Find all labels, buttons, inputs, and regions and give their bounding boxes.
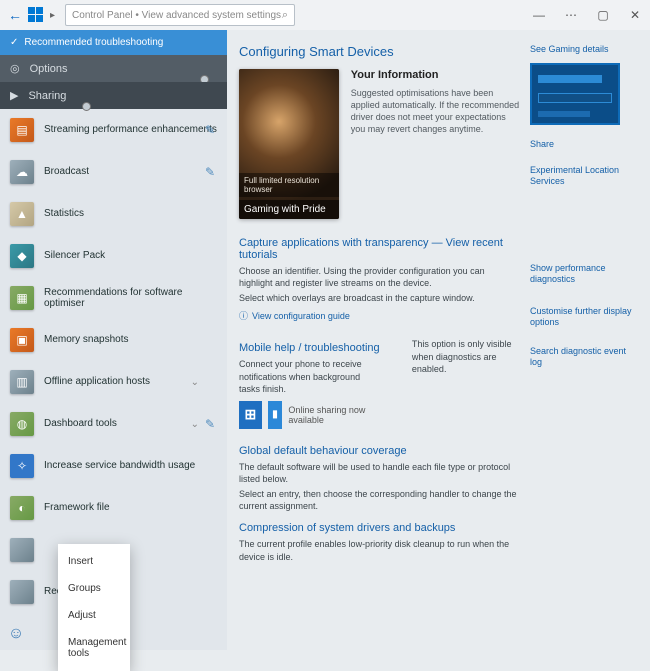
more-button[interactable]: ⋯ xyxy=(564,8,578,22)
window-controls: — ⋯ ▢ ✕ xyxy=(532,8,642,22)
pin-icon[interactable]: ✎ xyxy=(205,165,215,179)
sidebar-item[interactable]: ✧ Increase service bandwidth usage xyxy=(0,445,227,487)
search-input[interactable]: Control Panel • View advanced system set… xyxy=(65,4,295,26)
page-title: Configuring Smart Devices xyxy=(239,44,520,59)
related-link[interactable]: Search diagnostic event log xyxy=(530,346,638,369)
related-link[interactable]: Show performance diagnostics xyxy=(530,263,638,286)
windows-logo-icon xyxy=(28,7,44,23)
accessibility-icon[interactable]: ☺ xyxy=(6,624,26,644)
search-placeholder: Control Panel • View advanced system set… xyxy=(72,10,281,21)
sidebar-item[interactable]: ◆ Silencer Pack xyxy=(0,235,227,277)
breadcrumb-chevron-icon: ▸ xyxy=(50,10,55,21)
sidebar-item-label: Streaming performance enhancements xyxy=(44,124,217,136)
chevron-down-icon: ⌄ xyxy=(191,377,199,388)
intro-body: Suggested optimisations have been applie… xyxy=(351,87,520,136)
sidebar-item-label: Silencer Pack xyxy=(44,250,217,262)
section-heading: Global default behaviour coverage xyxy=(239,445,520,457)
sidebar-item-label: Memory snapshots xyxy=(44,334,217,346)
search-icon[interactable]: ⌕ xyxy=(282,9,288,22)
sidebar-tile-icon: ◆ xyxy=(10,244,34,268)
sidebar-dark-group: ◎ Options ▶ Sharing xyxy=(0,55,227,109)
sidebar-tile-icon: ☁ xyxy=(10,160,34,184)
section-body: Choose an identifier. Using the provider… xyxy=(239,265,520,289)
section-heading: Compression of system drivers and backup… xyxy=(239,522,520,534)
related-link[interactable]: Share xyxy=(530,139,638,150)
sidebar-tile-icon: ◐ xyxy=(10,496,34,520)
sidebar-tile-icon xyxy=(10,580,34,604)
config-guide-link[interactable]: ⓘView configuration guide xyxy=(239,309,350,322)
sidebar-item-sharing[interactable]: ▶ Sharing xyxy=(0,82,227,109)
context-menu-item[interactable]: Adjust xyxy=(58,602,130,629)
sidebar-tile-icon xyxy=(10,538,34,562)
sidebar-header[interactable]: ✓ Recommended troubleshooting xyxy=(0,30,227,55)
sidebar-item-label: Statistics xyxy=(44,208,217,220)
sidebar-item[interactable]: ◐ Framework file xyxy=(0,487,227,529)
hero-thumbnail[interactable]: Full limited resolution browser Gaming w… xyxy=(239,69,339,219)
section-body: The current profile enables low-priority… xyxy=(239,538,520,562)
sidebar-tile-icon: ▦ xyxy=(10,286,34,310)
tile-caption: Online sharing now available xyxy=(288,405,382,425)
pin-icon[interactable]: ✎ xyxy=(205,417,215,431)
intro-heading: Your Information xyxy=(351,69,520,81)
minimize-button[interactable]: — xyxy=(532,8,546,22)
related-link[interactable]: Experimental Location Services xyxy=(530,165,638,188)
sidebar-tile-icon: ▲ xyxy=(10,202,34,226)
context-menu: Insert Groups Adjust Management tools xyxy=(58,544,130,671)
sharing-icon: ▶ xyxy=(10,89,18,102)
sidebar-header-label: Recommended troubleshooting xyxy=(24,37,163,48)
related-link[interactable]: Customise further display options xyxy=(530,306,638,329)
section-heading: Mobile help / troubleshooting xyxy=(239,342,382,354)
hero-subtitle: Full limited resolution browser xyxy=(239,173,339,197)
sidebar-item[interactable]: ☁ Broadcast✎ xyxy=(0,151,227,193)
close-button[interactable]: ✕ xyxy=(628,8,642,22)
section-body: Select which overlays are broadcast in t… xyxy=(239,292,520,304)
sidebar-item-options[interactable]: ◎ Options xyxy=(0,55,227,82)
sidebar-item-label: Options xyxy=(30,63,68,75)
section-body: Connect your phone to receive notificati… xyxy=(239,358,382,394)
app-tile[interactable]: ⊞ xyxy=(239,401,262,429)
pin-icon[interactable]: ✎ xyxy=(205,123,215,137)
sidebar: ✓ Recommended troubleshooting ◎ Options … xyxy=(0,30,227,650)
sidebar-tile-icon: ▤ xyxy=(10,118,34,142)
sidebar-item[interactable]: ▥Offline application hosts⌄ xyxy=(0,361,227,403)
sidebar-item[interactable]: ▣ Memory snapshots xyxy=(0,319,227,361)
sidebar-item-label: Framework file xyxy=(44,502,217,514)
context-menu-item[interactable]: Management tools xyxy=(58,629,130,667)
sidebar-tile-icon: ▥ xyxy=(10,370,34,394)
app-tile-small[interactable]: ▮ xyxy=(268,401,283,429)
sidebar-tile-icon: ✧ xyxy=(10,454,34,478)
sidebar-item[interactable]: ▦ Recommendations for software optimiser xyxy=(0,277,227,319)
back-icon[interactable]: ← xyxy=(8,7,22,23)
maximize-button[interactable]: ▢ xyxy=(596,8,610,22)
sidebar-item-label: Recommendations for software optimiser xyxy=(44,287,217,310)
sidebar-item[interactable]: ◍Dashboard tools⌄✎ xyxy=(0,403,227,445)
section-heading: Capture applications with transparency —… xyxy=(239,237,520,261)
intro-block: Your Information Suggested optimisations… xyxy=(351,69,520,219)
section-aside: This option is only visible when diagnos… xyxy=(412,338,520,374)
sidebar-item-label: Sharing xyxy=(28,90,66,102)
sidebar-tile-icon: ▣ xyxy=(10,328,34,352)
sidebar-footer-icons: ☺ xyxy=(6,624,26,644)
related-link[interactable]: See Gaming details xyxy=(530,44,638,55)
right-column: See Gaming details Share Experimental Lo… xyxy=(530,44,638,650)
hero-title: Gaming with Pride xyxy=(239,200,339,219)
title-bar: ← ▸ Control Panel • View advanced system… xyxy=(0,0,650,30)
options-icon: ◎ xyxy=(10,62,20,75)
info-icon: ⓘ xyxy=(239,309,248,322)
context-menu-item[interactable]: Groups xyxy=(58,575,130,602)
context-menu-item[interactable]: Insert xyxy=(58,548,130,575)
section-body: Select an entry, then choose the corresp… xyxy=(239,488,520,512)
main-content: Configuring Smart Devices Full limited r… xyxy=(227,30,650,650)
sidebar-item[interactable]: ▲ Statistics xyxy=(0,193,227,235)
sidebar-item-label: Broadcast xyxy=(44,166,217,178)
sidebar-item-label: Increase service bandwidth usage xyxy=(44,460,217,472)
sidebar-item[interactable]: ▤ Streaming performance enhancements✎ xyxy=(0,109,227,151)
section-body: The default software will be used to han… xyxy=(239,461,520,485)
preview-thumbnail[interactable] xyxy=(530,63,620,125)
check-icon: ✓ xyxy=(10,37,18,48)
chevron-down-icon: ⌄ xyxy=(191,419,199,430)
sidebar-tile-icon: ◍ xyxy=(10,412,34,436)
